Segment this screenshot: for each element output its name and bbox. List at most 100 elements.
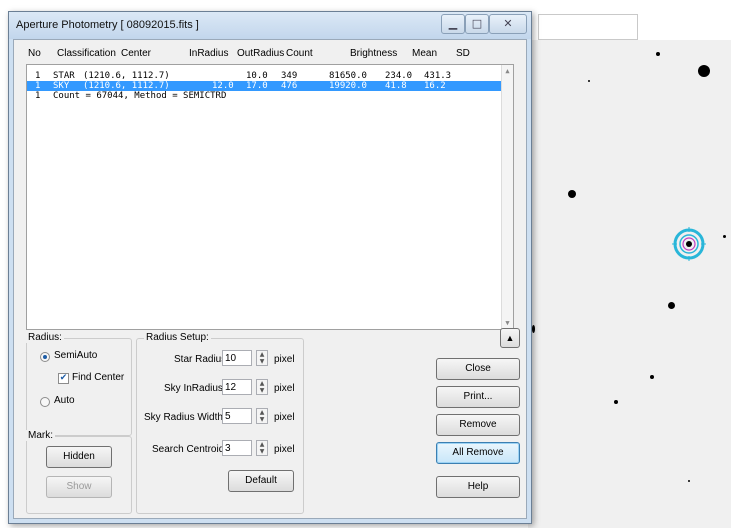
find-center-checkbox[interactable]: ✔ <box>58 373 69 384</box>
cell-center: (1210.6, 1112.7) <box>83 81 170 91</box>
title-bar[interactable]: Aperture Photometry [ 08092015.fits ] ▁ … <box>9 12 531 39</box>
spin-up-icon: ▲ <box>259 409 265 416</box>
column-header[interactable]: SD <box>456 48 470 59</box>
column-header[interactable]: Brightness <box>350 48 397 59</box>
spin-up-icon: ▲ <box>259 441 265 448</box>
column-header[interactable]: InRadius <box>189 48 228 59</box>
cell-outradius: 17.0 <box>246 81 268 91</box>
show-button[interactable]: Show <box>46 476 112 498</box>
cell-no: 1 <box>35 81 41 91</box>
cell-mean: 234.0 <box>385 71 413 81</box>
radius-setup-label: Radius Setup: <box>144 332 211 343</box>
triangle-up-icon: ▲ <box>505 333 515 343</box>
column-header[interactable]: Classification <box>57 48 116 59</box>
vertical-scrollbar[interactable]: ▲ ▼ <box>501 65 513 329</box>
sky-inradius-label: Sky InRadius: <box>164 383 226 394</box>
cell-summary: Count = 67044, Method = SEMICTRD <box>53 91 227 101</box>
sky-radius-width-spinner[interactable]: ▲ ▼ <box>256 408 268 424</box>
minimize-icon: ▁ <box>448 17 458 30</box>
star-radius-spinner[interactable]: ▲ ▼ <box>256 350 268 366</box>
unit-label: pixel <box>274 354 295 365</box>
dialog-client: No Classification Center InRadius OutRad… <box>13 39 527 519</box>
cell-sd: 431.3 <box>424 71 452 81</box>
column-header[interactable]: No <box>28 48 41 59</box>
star-radius-label: Star Radius: <box>174 354 230 365</box>
search-centroid-label: Search Centroid: <box>152 444 228 455</box>
close-button[interactable]: Close <box>436 358 520 380</box>
table-header: No Classification Center InRadius OutRad… <box>14 40 526 64</box>
sky-radius-width-input[interactable]: 5 <box>222 408 252 424</box>
column-header[interactable]: OutRadius <box>237 48 284 59</box>
cell-sd: 16.2 <box>424 81 446 91</box>
all-remove-button[interactable]: All Remove <box>436 442 520 464</box>
cell-brightness: 19920.0 <box>329 81 367 91</box>
window-title: Aperture Photometry [ 08092015.fits ] <box>16 19 199 31</box>
cell-count: 476 <box>281 81 298 91</box>
viewer-input-box[interactable] <box>538 14 638 40</box>
aperture-photometry-window: Aperture Photometry [ 08092015.fits ] ▁ … <box>8 11 532 524</box>
cell-inradius: 12.0 <box>212 81 234 91</box>
table-row[interactable]: 1 STAR (1210.6, 1112.7) 10.0 349 81650.0… <box>27 71 501 81</box>
star-image[interactable] <box>528 40 731 528</box>
search-centroid-input[interactable]: 3 <box>222 440 252 456</box>
cell-brightness: 81650.0 <box>329 71 367 81</box>
search-centroid-spinner[interactable]: ▲ ▼ <box>256 440 268 456</box>
star <box>656 52 660 56</box>
star <box>668 302 675 309</box>
star <box>532 325 535 333</box>
find-center-label[interactable]: Find Center <box>72 372 124 383</box>
cell-classification: SKY <box>53 81 70 91</box>
sky-inradius-input[interactable]: 12 <box>222 379 252 395</box>
star <box>723 235 726 238</box>
spin-up-icon: ▲ <box>259 351 265 358</box>
default-button[interactable]: Default <box>228 470 294 492</box>
spin-down-icon: ▼ <box>259 448 265 455</box>
close-window-button[interactable]: ✕ <box>489 14 527 34</box>
spin-down-icon: ▼ <box>259 387 265 394</box>
sky-inradius-spinner[interactable]: ▲ ▼ <box>256 379 268 395</box>
mark-group-label: Mark: <box>26 430 55 441</box>
collapse-button[interactable]: ▲ <box>500 328 520 348</box>
cell-classification: STAR <box>53 71 75 81</box>
spin-down-icon: ▼ <box>259 416 265 423</box>
semiauto-radio[interactable] <box>40 352 50 362</box>
star <box>588 80 590 82</box>
cell-no: 1 <box>35 91 41 101</box>
results-list[interactable]: 1 STAR (1210.6, 1112.7) 10.0 349 81650.0… <box>26 64 514 330</box>
column-header[interactable]: Count <box>286 48 313 59</box>
remove-button[interactable]: Remove <box>436 414 520 436</box>
cell-mean: 41.8 <box>385 81 407 91</box>
cell-count: 349 <box>281 71 298 81</box>
table-row-selected[interactable]: 1 SKY (1210.6, 1112.7) 12.0 17.0 476 199… <box>27 81 501 91</box>
column-header[interactable]: Mean <box>412 48 437 59</box>
column-header[interactable]: Center <box>121 48 151 59</box>
cell-center: (1210.6, 1112.7) <box>83 71 170 81</box>
aperture-marker[interactable] <box>671 226 707 262</box>
cell-outradius: 10.0 <box>246 71 268 81</box>
scroll-down-icon[interactable]: ▼ <box>502 319 513 327</box>
star <box>698 65 710 77</box>
spin-up-icon: ▲ <box>259 380 265 387</box>
maximize-icon: □ <box>471 17 483 30</box>
table-row[interactable]: 1 Count = 67044, Method = SEMICTRD <box>27 91 501 101</box>
minimize-button[interactable]: ▁ <box>441 14 465 34</box>
hidden-button[interactable]: Hidden <box>46 446 112 468</box>
print-button[interactable]: Print... <box>436 386 520 408</box>
cell-no: 1 <box>35 71 41 81</box>
close-icon: ✕ <box>503 17 513 30</box>
auto-label[interactable]: Auto <box>54 395 75 406</box>
star <box>614 400 618 404</box>
star <box>568 190 576 198</box>
spin-down-icon: ▼ <box>259 358 265 365</box>
unit-label: pixel <box>274 383 295 394</box>
scroll-up-icon[interactable]: ▲ <box>502 67 513 75</box>
auto-radio[interactable] <box>40 397 50 407</box>
sky-radius-width-label: Sky Radius Width: <box>144 412 226 423</box>
star <box>688 480 690 482</box>
maximize-button[interactable]: □ <box>465 14 489 34</box>
unit-label: pixel <box>274 444 295 455</box>
help-button[interactable]: Help <box>436 476 520 498</box>
star <box>650 375 654 379</box>
semiauto-label[interactable]: SemiAuto <box>54 350 97 361</box>
star-radius-input[interactable]: 10 <box>222 350 252 366</box>
